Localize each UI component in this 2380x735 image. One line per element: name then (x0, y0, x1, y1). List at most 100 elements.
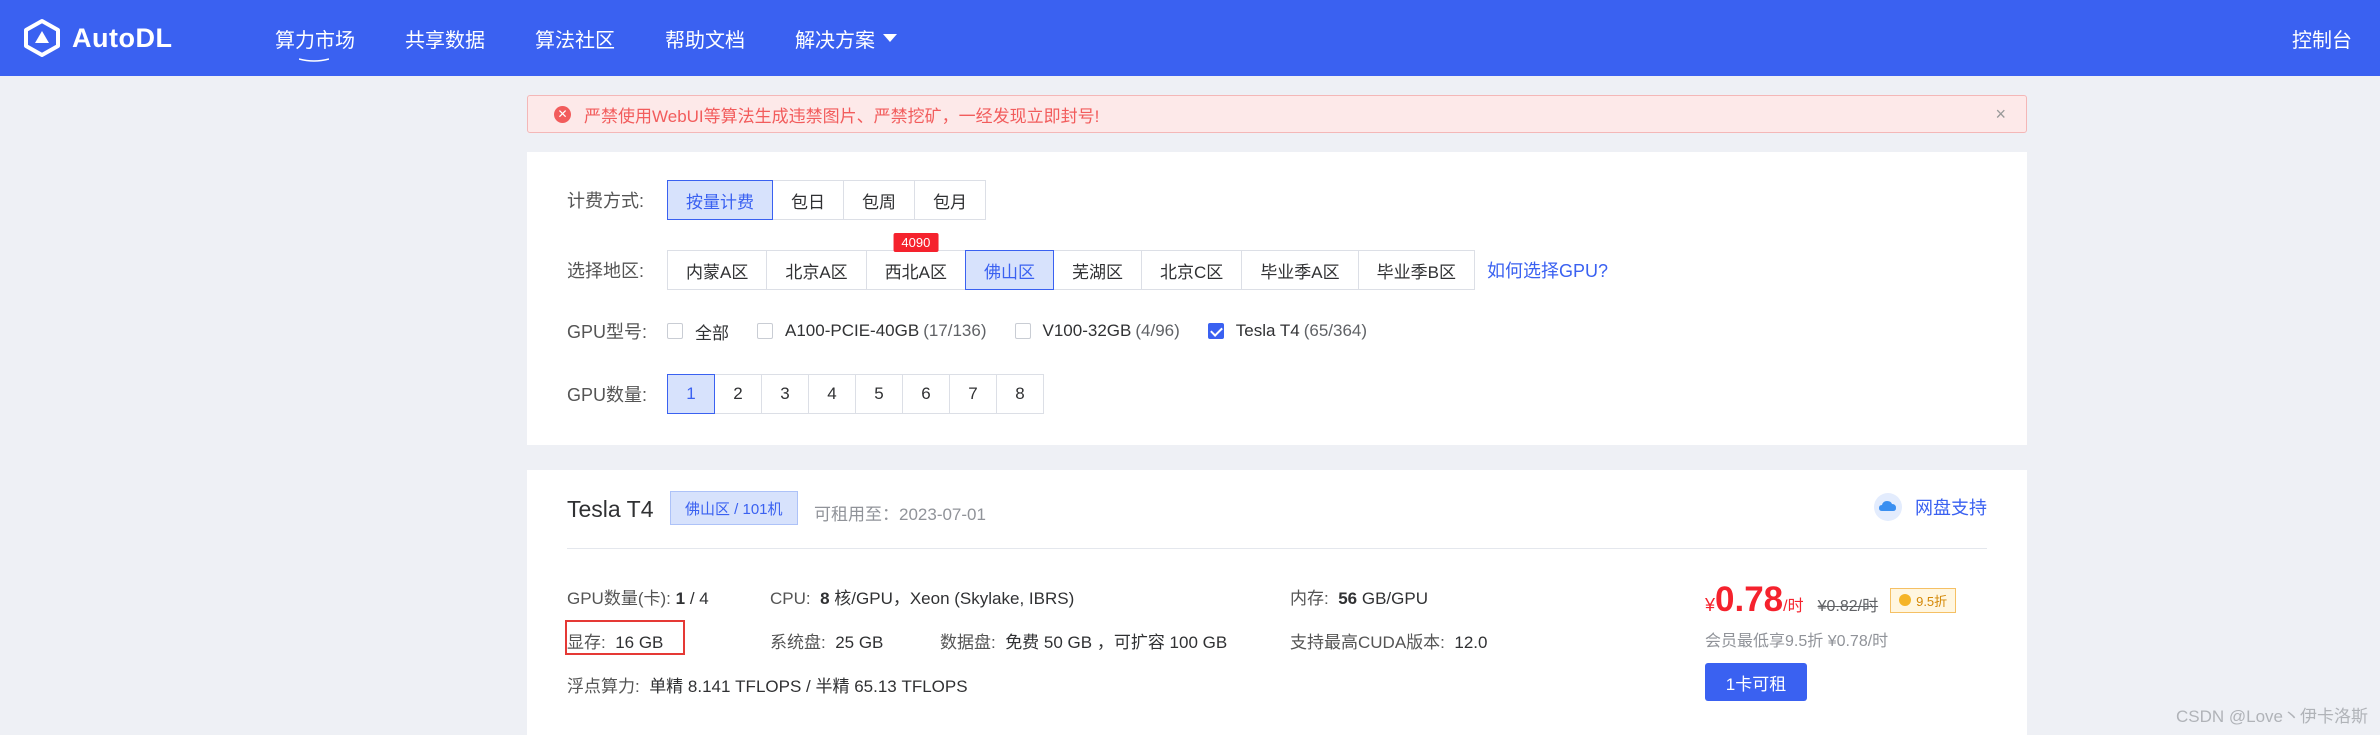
active-underline (299, 57, 329, 62)
nav-item-label: 共享数据 (405, 29, 485, 52)
gpu-type-row: GPU型号: 全部 A100-PCIE-40GB (17/136) V100-3… (567, 318, 1395, 344)
spec-gpu-count: GPU数量(卡): 1 / 4 (567, 584, 709, 609)
nav-item-compute-market[interactable]: 算力市场 (275, 24, 355, 62)
spec-cpu: CPU: 8 核/GPU，Xeon (Skylake, IBRS) (770, 584, 1074, 609)
checkbox[interactable] (667, 323, 683, 339)
warning-alert: ✕ 严禁使用WebUI等算法生成违禁图片、严禁挖矿，一经发现立即封号! × (527, 95, 2027, 133)
option-count: (17/136) (923, 321, 987, 340)
rent-button[interactable]: 1卡可租 (1705, 663, 1807, 701)
region-options: 内蒙A区 北京A区 西北A区 4090 佛山区 芜湖区 北京C区 毕业季A区 毕… (667, 233, 1475, 290)
region-option-selected[interactable]: 佛山区 (965, 250, 1055, 290)
spec-label: CPU: (770, 589, 811, 608)
cloud-icon (1874, 493, 1902, 521)
spec-value: 单精 8.141 TFLOPS / 半精 65.13 TFLOPS (649, 677, 968, 696)
gpu-count-options: 1 2 3 4 5 6 7 8 (667, 374, 1044, 414)
checkbox-checked[interactable] (1207, 323, 1224, 339)
nav-item-label: 算法社区 (535, 29, 615, 52)
option-count: (4/96) (1135, 321, 1180, 340)
nav-item-solutions[interactable]: 解决方案 (795, 24, 897, 53)
region-option[interactable]: 毕业季A区 (1241, 250, 1359, 290)
option-count: (65/364) (1303, 321, 1368, 340)
spec-value: 25 GB (835, 633, 884, 652)
region-option[interactable]: 内蒙A区 (667, 250, 768, 290)
spec-value-total: / 4 (689, 589, 709, 608)
region-option[interactable]: 北京A区 (766, 250, 867, 290)
nav-item-algorithm-community[interactable]: 算法社区 (535, 24, 615, 53)
option-name: Tesla T4 (1235, 321, 1300, 340)
gpu-count-option[interactable]: 3 (761, 374, 809, 414)
filter-panel: 计费方式: 按量计费 包日 包周 包月 选择地区: 内蒙A区 北京A区 西北A区… (527, 152, 2027, 445)
billing-options: 按量计费 包日 包周 包月 (667, 180, 986, 220)
gpu-type-option-all[interactable]: 全部 (667, 319, 729, 344)
autodl-logo-icon (24, 19, 60, 57)
watermark: CSDN @Love丶伊卡洛斯 (2175, 707, 2368, 726)
region-row: 选择地区: 内蒙A区 北京A区 西北A区 4090 佛山区 芜湖区 北京C区 毕… (567, 233, 1608, 290)
region-option[interactable]: 北京C区 (1141, 250, 1243, 290)
spec-vram: 显存: 16 GB (567, 628, 663, 653)
nav-item-shared-data[interactable]: 共享数据 (405, 24, 485, 53)
original-price: ¥0.82/时 (1817, 598, 1879, 615)
gpu-count-option[interactable]: 6 (902, 374, 950, 414)
checkbox[interactable] (1014, 323, 1031, 339)
caret-down-icon (883, 34, 897, 42)
spec-label: 显存: (567, 633, 606, 652)
billing-option-weekly[interactable]: 包周 (843, 180, 915, 220)
spec-value-bold: 8 (820, 589, 830, 608)
gpu-type-option-a100[interactable]: A100-PCIE-40GB (17/136) (757, 321, 987, 341)
spec-memory: 内存: 56 GB/GPU (1290, 584, 1428, 609)
region-label: 选择地区: (567, 261, 645, 281)
nav-item-label: 帮助文档 (665, 29, 745, 52)
gpu-count-option[interactable]: 2 (714, 374, 762, 414)
billing-option-daily[interactable]: 包日 (772, 180, 844, 220)
currency-symbol: ¥ (1705, 595, 1716, 615)
close-icon[interactable]: × (1995, 104, 2006, 125)
spec-value: 12.0 (1454, 633, 1488, 652)
billing-option-monthly[interactable]: 包月 (914, 180, 986, 220)
option-name: V100-32GB (1042, 321, 1132, 340)
gpu-count-option[interactable]: 8 (996, 374, 1044, 414)
spec-value-bold: 56 (1338, 589, 1358, 608)
region-option[interactable]: 芜湖区 (1053, 250, 1143, 290)
price-value: 0.78 (1715, 580, 1784, 619)
how-to-choose-gpu-link[interactable]: 如何选择GPU? (1487, 257, 1608, 283)
billing-option-pay-as-you-go[interactable]: 按量计费 (667, 180, 773, 220)
coupon-icon (1899, 594, 1912, 606)
price-block: ¥ 0.78 /时 ¥0.82/时 9.5折 (1705, 580, 1957, 620)
spec-value: 16 GB (615, 633, 664, 652)
region-option-with-badge[interactable]: 西北A区 4090 (865, 233, 967, 290)
region-option-label: 西北A区 (884, 262, 948, 282)
spec-label: 数据盘: (940, 633, 996, 652)
gpu-type-label: GPU型号: (567, 322, 648, 342)
discount-text: 9.5折 (1916, 593, 1948, 609)
spec-value: 免费 50 GB ，可扩容 100 GB (1005, 633, 1228, 652)
cloud-drive-support[interactable]: 网盘支持 (1873, 492, 1987, 522)
logo[interactable]: AutoDL (22, 16, 172, 60)
gpu-type-option-tesla-t4[interactable]: Tesla T4 (65/364) (1207, 321, 1368, 341)
gpu-machine-card: Tesla T4 佛山区 / 101机 可租用至：2023-07-01 网盘支持… (527, 470, 2027, 735)
billing-row: 计费方式: 按量计费 包日 包周 包月 (567, 180, 986, 220)
gpu-count-option[interactable]: 5 (855, 374, 903, 414)
spec-value: 1 (675, 589, 686, 608)
spec-label: 系统盘: (770, 633, 826, 652)
spec-label: GPU数量(卡): (567, 589, 671, 608)
region-machine-tag: 佛山区 / 101机 (670, 491, 798, 525)
gpu-count-label: GPU数量: (567, 385, 648, 405)
logo-text: AutoDL (72, 22, 173, 53)
gpu-count-option[interactable]: 7 (949, 374, 997, 414)
main-nav: 算力市场 共享数据 算法社区 帮助文档 解决方案 (275, 0, 947, 76)
gpu-count-row: GPU数量: 1 2 3 4 5 6 7 8 (567, 374, 1044, 414)
region-option[interactable]: 毕业季B区 (1357, 250, 1475, 290)
console-link[interactable]: 控制台 (2292, 0, 2352, 76)
spec-data-disk: 数据盘: 免费 50 GB ，可扩容 100 GB (940, 628, 1227, 653)
member-price-text: 会员最低享9.5折 ¥0.78/时 (1705, 633, 1889, 650)
cloud-support-label: 网盘支持 (1915, 498, 1987, 518)
gpu-title: Tesla T4 (567, 496, 654, 522)
gpu-count-option[interactable]: 4 (808, 374, 856, 414)
nav-item-help-docs[interactable]: 帮助文档 (665, 24, 745, 53)
checkbox[interactable] (757, 323, 773, 339)
gpu-count-option-selected[interactable]: 1 (667, 374, 715, 414)
nav-item-label: 解决方案 (795, 29, 875, 52)
spec-system-disk: 系统盘: 25 GB (770, 628, 883, 653)
spec-value: 核/GPU，Xeon (Skylake, IBRS) (834, 589, 1075, 608)
gpu-type-option-v100[interactable]: V100-32GB (4/96) (1014, 321, 1180, 341)
